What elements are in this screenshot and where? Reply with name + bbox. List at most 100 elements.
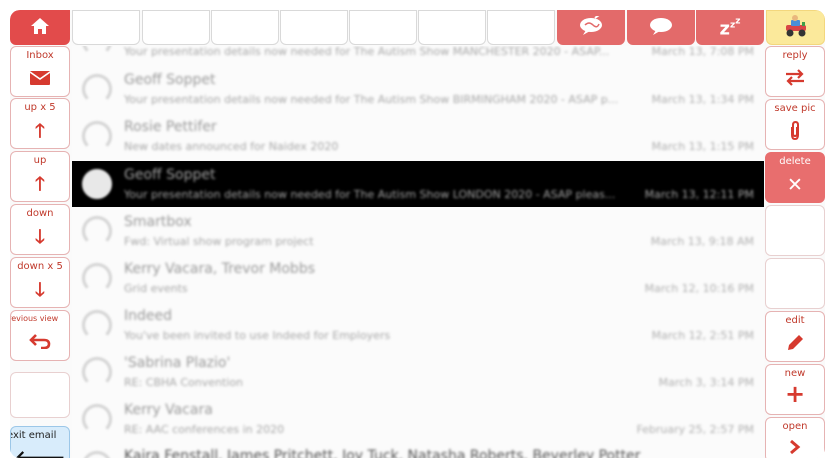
new-button[interactable]: new + (765, 364, 825, 415)
right-blank-button-1[interactable] (765, 205, 825, 256)
up-label: up (33, 155, 47, 166)
edit-button[interactable]: edit (765, 311, 825, 362)
reply-label: reply (782, 50, 808, 61)
arrow-down-icon: 🡓 (35, 279, 45, 301)
avatar (82, 216, 112, 246)
exit-email-label: exit email (10, 430, 57, 441)
scribble-speech-button[interactable] (557, 10, 625, 45)
chevron-right-icon (766, 438, 824, 458)
email-row[interactable]: Kerry Vacara RE: AAC conferences in 2020… (72, 396, 764, 443)
down-label: down (26, 208, 54, 219)
inbox-button[interactable]: Inbox (10, 46, 70, 97)
topbar-blank-3[interactable] (211, 10, 279, 45)
right-blank-button-2[interactable] (765, 258, 825, 309)
pencil-icon (766, 333, 824, 358)
home-icon (30, 16, 50, 40)
email-sender: Kerry Vacara, Trevor Mobbs (124, 261, 316, 277)
edit-label: edit (785, 315, 805, 326)
envelope-icon (11, 68, 69, 90)
email-row[interactable]: Geoff Soppet Your presentation details n… (72, 66, 764, 113)
email-subject: New dates announced for Naidex 2020 (124, 140, 339, 153)
previous-view-button[interactable]: previous view (10, 310, 70, 361)
new-label: new (784, 368, 806, 379)
toy-car-icon (782, 14, 810, 42)
speech-button[interactable] (627, 10, 695, 45)
speech-bubble-scribble-icon (578, 13, 604, 40)
email-subject: Fwd: Virtual show program project (124, 235, 314, 248)
close-x-icon: ✕ (787, 174, 803, 196)
speech-bubble-icon (648, 16, 674, 40)
down-x5-button[interactable]: down x 5 🡓 (10, 257, 70, 308)
avatar (82, 310, 112, 340)
return-arrow-icon (11, 332, 69, 354)
topbar-blank-7[interactable] (487, 10, 555, 45)
arrow-up-icon: 🡑 (35, 120, 45, 142)
down-button[interactable]: down 🡓 (10, 204, 70, 255)
avatar (82, 121, 112, 151)
email-time: March 3, 3:14 PM (658, 376, 754, 389)
topbar-blank-4[interactable] (280, 10, 348, 45)
up-button[interactable]: up 🡑 (10, 151, 70, 202)
save-pic-label: save pic (774, 103, 816, 114)
email-subject: RE: CBHA Convention (124, 376, 244, 389)
email-time: March 12, 10:16 PM (644, 282, 754, 295)
email-row[interactable]: Kerry Vacara, Trevor Mobbs Grid events M… (72, 255, 764, 302)
avatar (82, 404, 112, 434)
arrow-up-icon: 🡑 (35, 173, 45, 195)
left-blank-button[interactable] (10, 372, 70, 418)
arrow-left-icon: 🡐 (14, 447, 66, 458)
email-sender: 'Sabrina Plazio' (124, 355, 231, 371)
delete-label: delete (779, 156, 811, 167)
up-x5-label: up x 5 (24, 102, 56, 113)
email-subject: Your presentation details now needed for… (124, 188, 616, 201)
email-row[interactable]: 'Sabrina Plazio' RE: CBHA Convention Mar… (72, 349, 764, 396)
grid-email-app: zzz Inbox up x 5 🡑 up 🡑 down 🡓 down x 5 … (10, 10, 825, 458)
avatar (82, 169, 112, 199)
sleep-button[interactable]: zzz (696, 10, 764, 45)
email-time: March 13, 9:18 AM (650, 235, 754, 248)
avatar (82, 451, 112, 458)
swap-arrows-icon (766, 68, 824, 91)
topbar-blank-1[interactable] (72, 10, 140, 45)
email-time: March 13, 1:15 PM (651, 140, 754, 153)
delete-button[interactable]: delete ✕ (765, 152, 825, 203)
email-sender: Kaira Fenstall, James Pritchett, Joy Tuc… (124, 448, 641, 458)
avatar (82, 74, 112, 104)
email-row[interactable]: Rosie Pettifer New dates announced for N… (72, 113, 764, 160)
email-sender: Smartbox (124, 214, 192, 230)
email-row[interactable]: Smartbox Fwd: Virtual show program proje… (72, 208, 764, 255)
toy-car-button[interactable] (766, 10, 825, 45)
inbox-label: Inbox (26, 50, 54, 61)
save-pic-button[interactable]: save pic (765, 99, 825, 150)
paperclip-icon (766, 120, 824, 146)
email-row[interactable]: Indeed You've been invited to use Indeed… (72, 302, 764, 349)
email-row[interactable]: Your presentation details now needed for… (72, 46, 764, 64)
plus-icon: + (784, 380, 806, 408)
email-time: February 25, 2:57 PM (636, 423, 754, 436)
topbar-blank-2[interactable] (142, 10, 210, 45)
email-subject: RE: AAC conferences in 2020 (124, 423, 285, 436)
email-sender: Geoff Soppet (124, 167, 216, 183)
email-subject: Your presentation details now needed for… (124, 46, 610, 58)
open-button[interactable]: open (765, 417, 825, 458)
down-x5-label: down x 5 (17, 261, 63, 272)
sleep-zzz-icon: zzz (719, 16, 741, 39)
email-list: Your presentation details now needed for… (72, 46, 764, 458)
email-time: March 13, 7:08 PM (651, 46, 754, 58)
email-sender: Indeed (124, 308, 173, 324)
email-time: March 13, 12:11 PM (644, 188, 754, 201)
home-button[interactable] (10, 10, 70, 45)
exit-email-button[interactable]: exit email 🡐 (10, 426, 70, 458)
email-row[interactable]: Kaira Fenstall, James Pritchett, Joy Tuc… (72, 443, 764, 458)
arrow-down-icon: 🡓 (35, 226, 45, 248)
email-row-selected[interactable]: Geoff Soppet Your presentation details n… (72, 161, 764, 207)
topbar-blank-6[interactable] (418, 10, 486, 45)
top-toolbar: zzz (10, 10, 825, 46)
reply-button[interactable]: reply (765, 46, 825, 97)
avatar (82, 263, 112, 293)
email-subject: Grid events (124, 282, 188, 295)
email-sender: Geoff Soppet (124, 72, 216, 88)
up-x5-button[interactable]: up x 5 🡑 (10, 98, 70, 149)
topbar-blank-5[interactable] (349, 10, 417, 45)
email-sender: Rosie Pettifer (124, 119, 217, 135)
